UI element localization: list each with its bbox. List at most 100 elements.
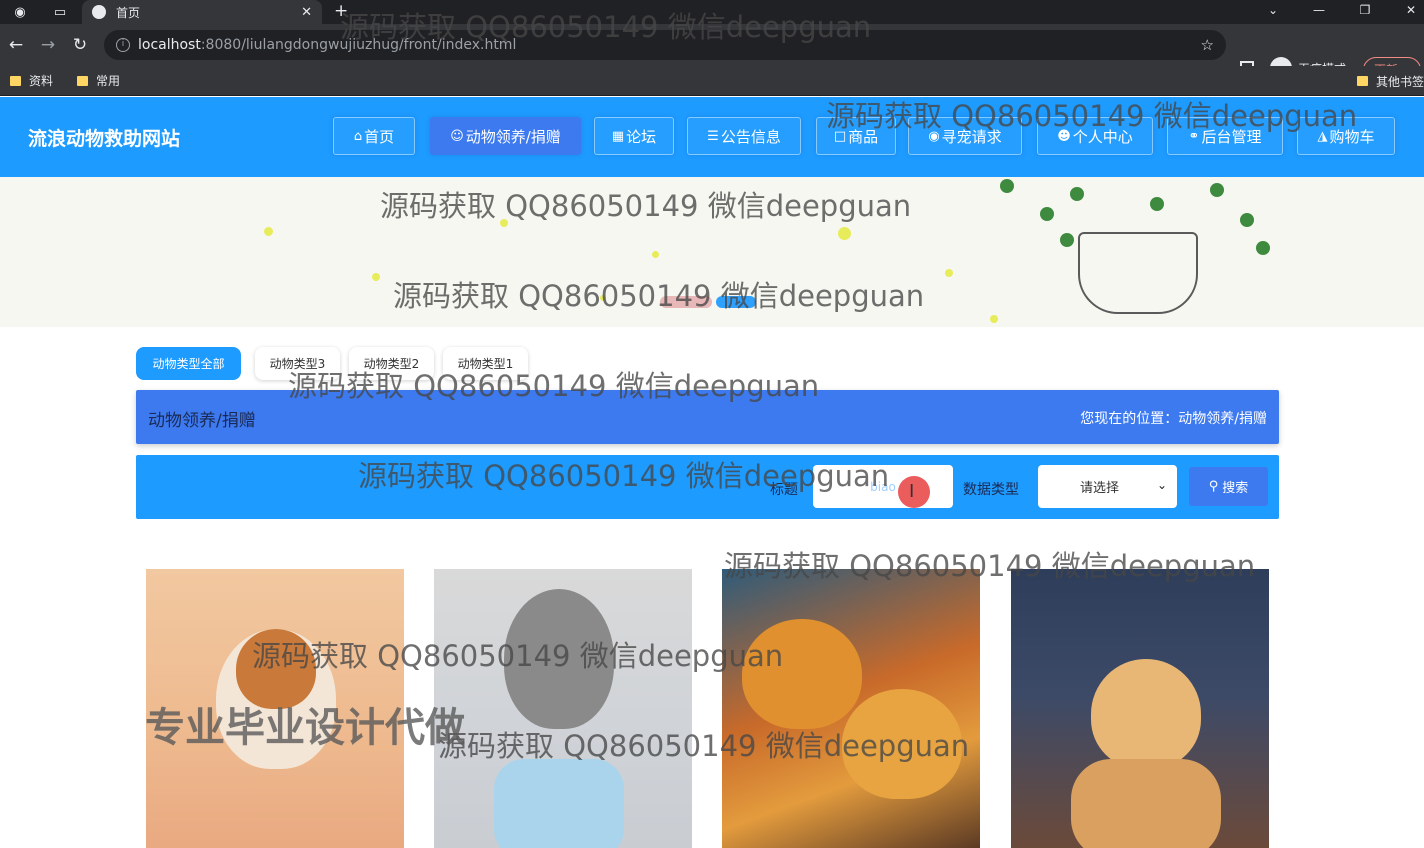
breadcrumb: 您现在的位置：动物领养/捐赠 (1080, 411, 1267, 427)
other-bookmarks-label: 其他书签 (1375, 74, 1424, 89)
bookmark-label: 资料 (29, 74, 54, 88)
tab-search-icon[interactable]: ⌄ (1250, 0, 1296, 24)
search-icon: ⚲ (1208, 479, 1219, 494)
find-pet-icon: ◉ (928, 128, 940, 144)
search-button-label: 搜索 (1222, 481, 1249, 496)
animal-image (504, 589, 614, 729)
reload-icon[interactable]: ↻ (64, 35, 96, 55)
site-header: 流浪动物救助网站 ⌂ 首页 ☺ 动物领养/捐赠 ▦ 论坛 ☰ 公告信息 □ 商品 ◉ 寻宠请… (0, 97, 1424, 177)
url-path: :8080/liulangdongwujiuzhug/front/index.h… (200, 37, 517, 53)
type-label: 数据类型 (963, 482, 1019, 498)
animal-card-poodle[interactable] (434, 569, 692, 848)
nav-forum[interactable]: ▦ 论坛 (594, 117, 674, 155)
carousel-indicator-active[interactable] (716, 296, 756, 308)
home-icon: ⌂ (353, 128, 363, 144)
animal-image (742, 619, 862, 729)
search-panel: 标题 数据类型 请选择 ⌄ ⚲ 搜索 (136, 455, 1279, 519)
banner-leaf (1060, 233, 1074, 247)
nav-find-pet[interactable]: ◉ 寻宠请求 (908, 117, 1022, 155)
filter-type-1[interactable]: 动物类型1 (443, 347, 528, 380)
banner-dot (652, 251, 659, 258)
restore-icon[interactable]: ❐ (1342, 0, 1388, 24)
nav-label: 首页 (364, 127, 395, 146)
banner-dot (264, 227, 273, 236)
nav-home[interactable]: ⌂ 首页 (333, 117, 415, 155)
text-cursor-icon: I (909, 481, 915, 502)
animal-image-detail (1071, 759, 1221, 848)
filter-type-2[interactable]: 动物类型2 (349, 347, 434, 380)
notice-icon: ☰ (707, 128, 719, 144)
chevron-down-icon: ⌄ (1156, 478, 1167, 492)
cart-icon: ◮ (1317, 128, 1328, 144)
title-search-input[interactable] (813, 465, 953, 508)
site-title: 流浪动物救助网站 (28, 128, 181, 150)
folder-icon (1356, 76, 1368, 86)
watermark-large: 专业毕业设计代做 (145, 705, 465, 751)
banner-dot (372, 273, 380, 281)
new-tab-icon[interactable]: + (334, 1, 348, 21)
nav-label: 寻宠请求 (941, 127, 1002, 146)
banner-leaf (1000, 179, 1014, 193)
bookmark-star-icon[interactable]: ☆ (1201, 36, 1214, 54)
search-button[interactable]: ⚲ 搜索 (1189, 467, 1268, 506)
nav-label: 后台管理 (1201, 127, 1262, 146)
animal-image-detail (842, 689, 962, 799)
bookmark-folder-0[interactable]: 资料 (10, 72, 53, 89)
other-bookmarks[interactable]: 其他书签 (1356, 66, 1424, 96)
back-icon[interactable]: ← (0, 35, 32, 55)
nav-notice[interactable]: ☰ 公告信息 (687, 117, 801, 155)
nav-admin[interactable]: ⚭ 后台管理 (1167, 117, 1283, 155)
banner-leaf (1210, 183, 1224, 197)
carousel-indicator[interactable] (660, 296, 712, 308)
nav-adoption[interactable]: ☺ 动物领养/捐赠 (430, 117, 581, 155)
forward-icon[interactable]: → (32, 35, 64, 55)
nav-label: 个人中心 (1072, 127, 1133, 146)
nav-label: 公告信息 (720, 127, 781, 146)
minimize-icon[interactable]: — (1296, 0, 1342, 24)
banner-dot (500, 219, 508, 227)
browser-globe-icon[interactable]: ◉ (0, 0, 40, 24)
animal-card-pomeranian[interactable] (722, 569, 980, 848)
close-tab-icon[interactable]: ✕ (301, 5, 312, 20)
browser-tab[interactable]: 首页 ✕ (82, 0, 322, 24)
address-bar[interactable]: i localhost :8080/liulangdongwujiuzhug/f… (104, 30, 1226, 60)
tab-title: 首页 (116, 5, 141, 20)
nav-label: 论坛 (626, 127, 657, 146)
nav-label: 购物车 (1329, 127, 1375, 146)
nav-profile[interactable]: ☻ 个人中心 (1037, 117, 1153, 155)
bookmark-folder-1[interactable]: 常用 (77, 72, 120, 89)
window-icon[interactable]: ▭ (40, 0, 80, 24)
nav-label: 动物领养/捐赠 (465, 127, 561, 146)
user-icon: ☻ (1057, 128, 1071, 144)
banner-dot (990, 315, 998, 323)
url-host: localhost (138, 37, 201, 53)
banner-leaf (1150, 197, 1164, 211)
browser-tabstrip: ◉ ▭ 首页 ✕ + ⌄ — ❐ ✕ (0, 0, 1424, 24)
animal-image-detail (494, 759, 624, 848)
type-select[interactable]: 请选择 ⌄ (1038, 465, 1177, 508)
banner-leaf (1240, 213, 1254, 227)
section-header: 动物领养/捐赠 您现在的位置：动物领养/捐赠 (136, 390, 1279, 444)
forum-icon: ▦ (611, 128, 625, 144)
banner-dot (838, 227, 851, 240)
banner-leaf (1040, 207, 1054, 221)
filter-type-3[interactable]: 动物类型3 (255, 347, 340, 380)
title-label: 标题 (770, 482, 798, 498)
folder-icon (77, 75, 89, 86)
animal-card-spitz[interactable] (1011, 569, 1269, 848)
bookmark-label: 常用 (96, 74, 121, 88)
type-select-value: 请选择 (1080, 481, 1120, 496)
nav-goods[interactable]: □ 商品 (816, 117, 896, 155)
filter-all[interactable]: 动物类型全部 (136, 347, 241, 380)
address-toolbar: ← → ↻ i localhost :8080/liulangdongwujiu… (0, 24, 1424, 101)
banner-leaf (1070, 187, 1084, 201)
folder-icon (10, 75, 21, 86)
banner-dot (945, 269, 953, 277)
banner-leaf (1256, 241, 1270, 255)
site-info-icon[interactable]: i (116, 38, 130, 52)
plant-pot (1078, 232, 1198, 314)
close-window-icon[interactable]: ✕ (1388, 0, 1424, 24)
nav-label: 商品 (848, 127, 879, 146)
animal-image (1091, 659, 1201, 769)
nav-cart[interactable]: ◮ 购物车 (1297, 117, 1395, 155)
